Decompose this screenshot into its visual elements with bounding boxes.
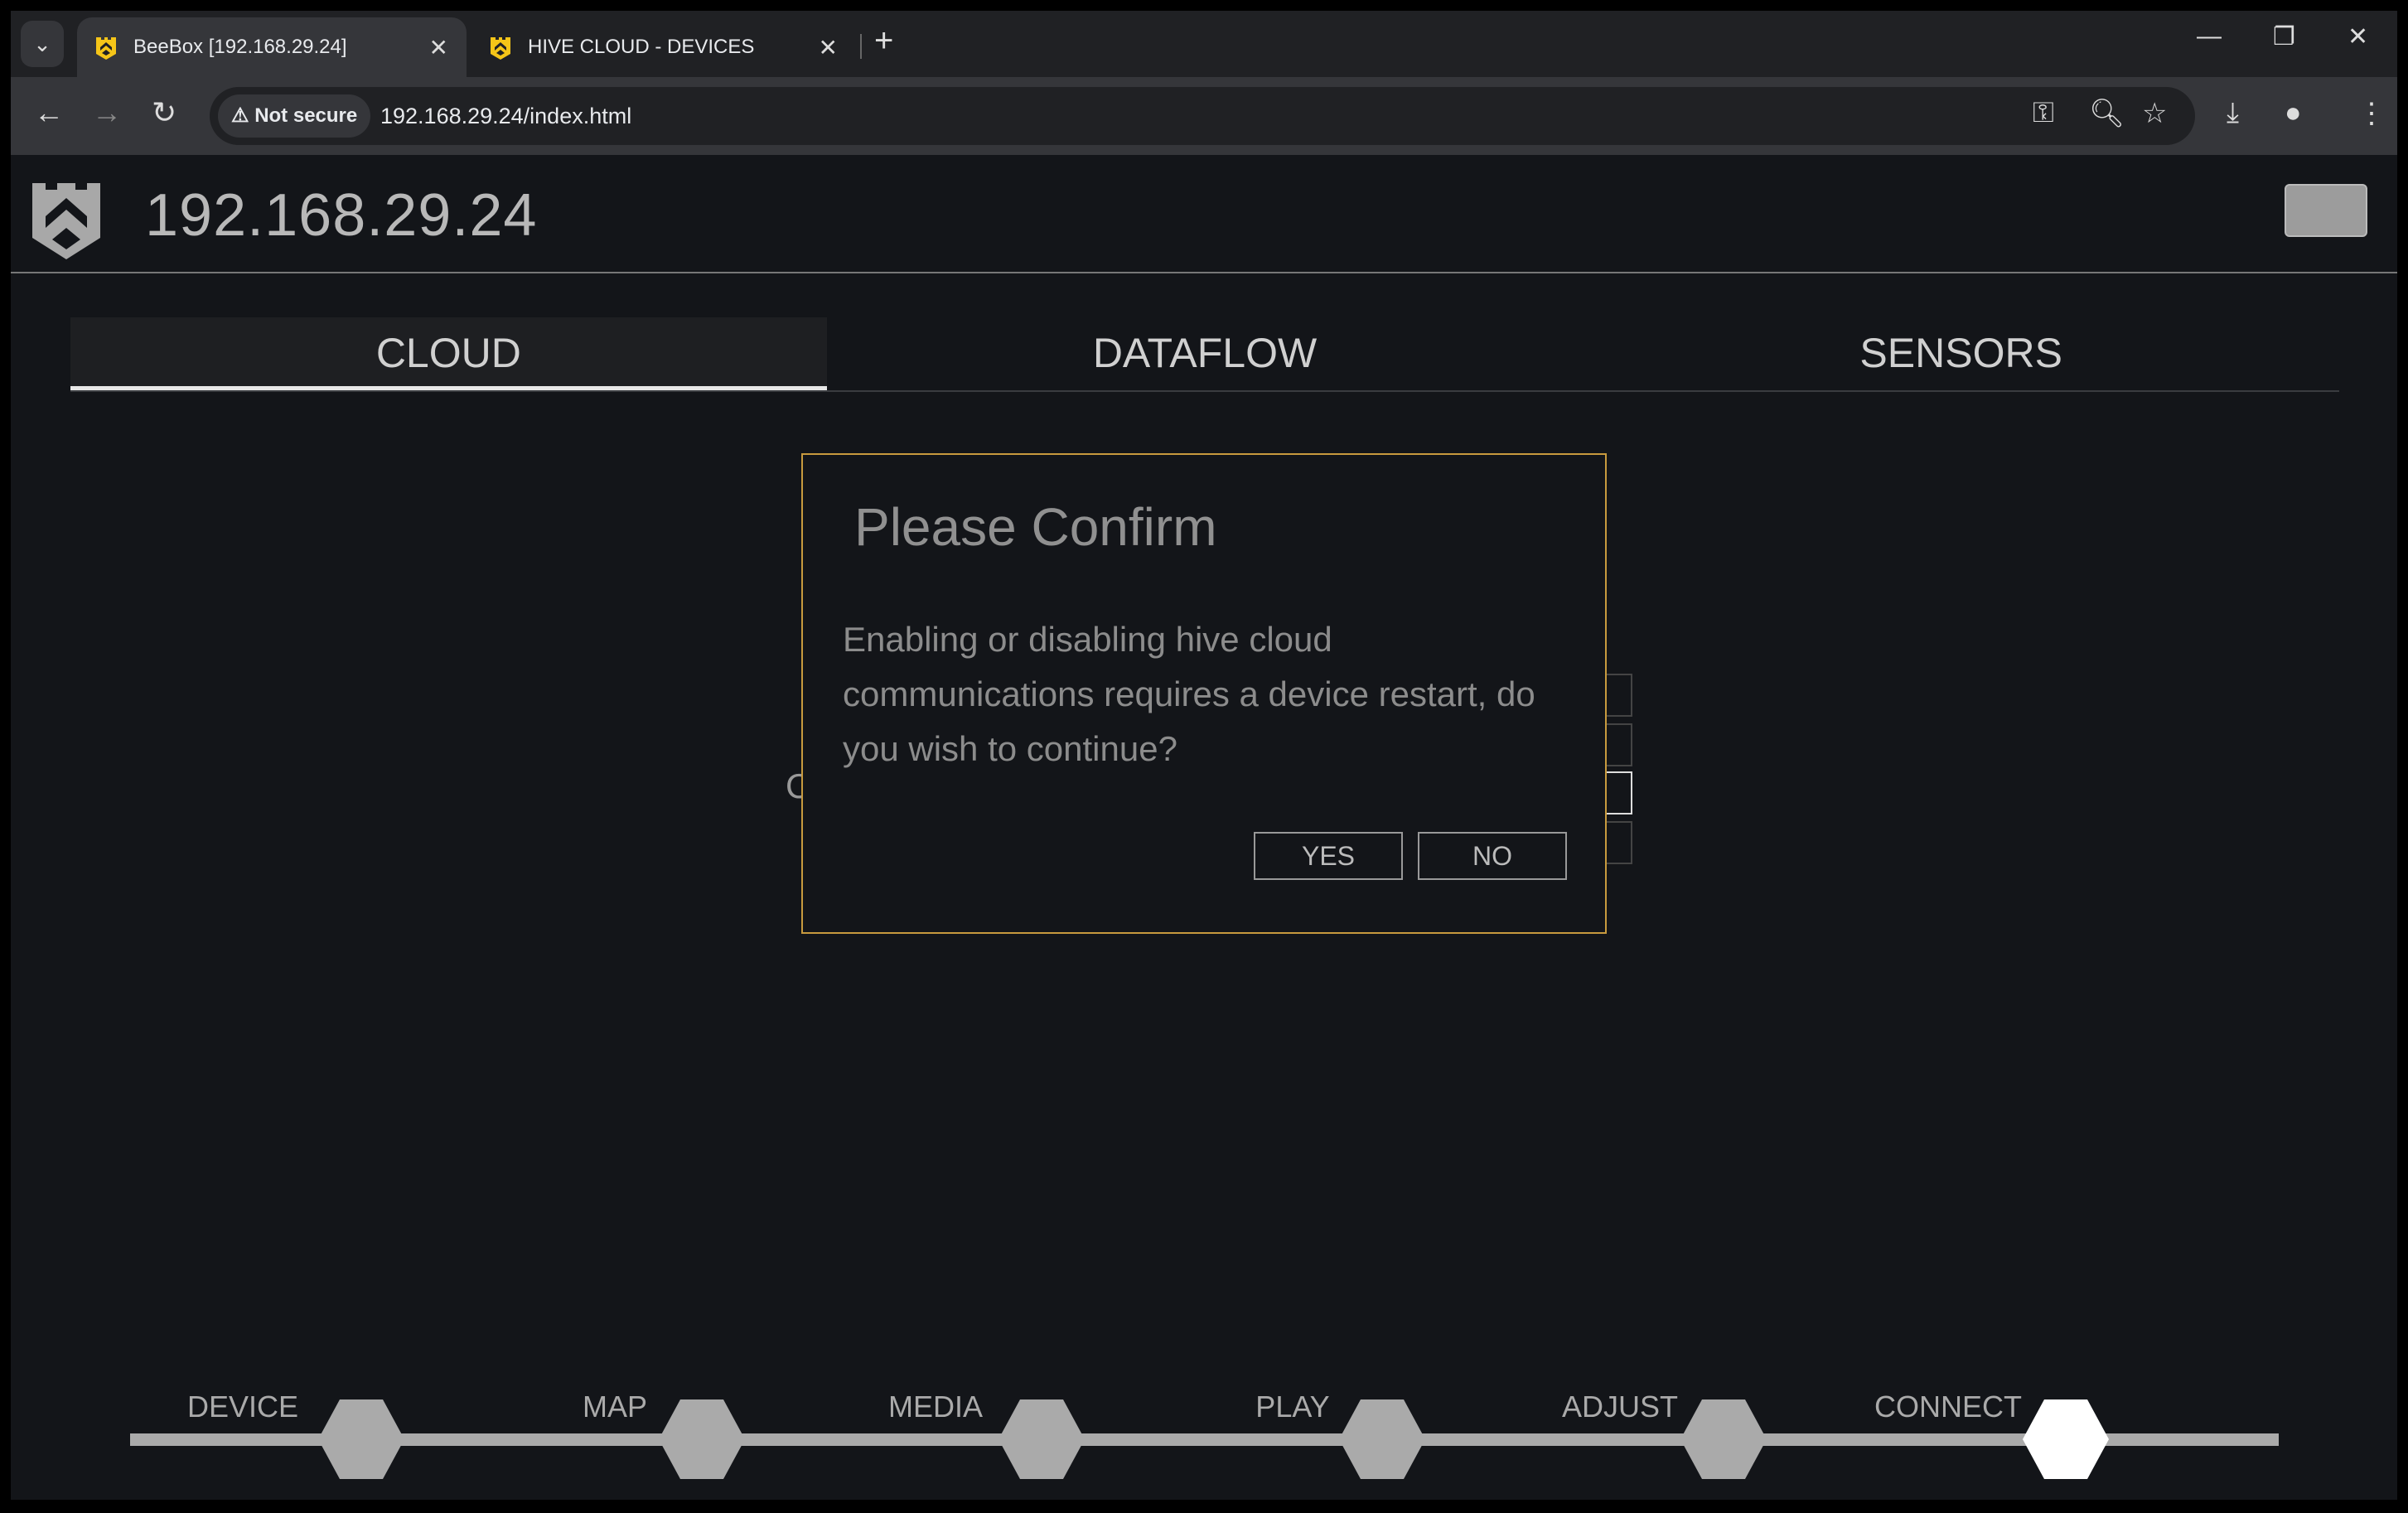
- nav-hex-play[interactable]: [1339, 1399, 1425, 1479]
- nav-label-play[interactable]: PLAY: [1255, 1390, 1329, 1424]
- tab-search-button[interactable]: ⌄: [21, 21, 64, 67]
- dialog-message: Enabling or disabling hive cloud communi…: [843, 620, 1535, 768]
- browser-toolbar: ← → ↻ ⚠ Not secure 192.168.29.24/index.h…: [11, 77, 2397, 155]
- download-icon[interactable]: ⤓: [2227, 97, 2239, 129]
- background-field: [1606, 674, 1632, 717]
- nav-track: [130, 1433, 2279, 1446]
- security-label: Not secure: [254, 104, 358, 127]
- yes-button[interactable]: YES: [1254, 832, 1403, 880]
- profile-icon[interactable]: ●: [2285, 97, 2302, 129]
- minimize-icon[interactable]: —: [2197, 22, 2222, 51]
- beebox-favicon-icon: [96, 37, 116, 60]
- background-field: [1606, 771, 1632, 815]
- page-title: 192.168.29.24: [145, 182, 538, 249]
- warning-icon: ⚠: [231, 104, 255, 127]
- beebox-logo-icon: [32, 183, 100, 259]
- confirm-dialog: Please Confirm Enabling or disabling hiv…: [801, 453, 1607, 934]
- close-window-icon[interactable]: ✕: [2348, 22, 2368, 51]
- url-text[interactable]: 192.168.29.24/index.html: [380, 87, 631, 145]
- close-tab-icon[interactable]: ✕: [819, 34, 838, 61]
- tab-title: HIVE CLOUD - DEVICES: [528, 36, 755, 58]
- restore-icon[interactable]: ❐: [2273, 22, 2295, 51]
- nav-hex-media[interactable]: [998, 1399, 1085, 1479]
- section-tabs: CLOUD DATAFLOW SENSORS: [70, 317, 2339, 392]
- nav-hex-connect[interactable]: [2023, 1399, 2109, 1479]
- address-bar[interactable]: ⚠ Not secure 192.168.29.24/index.html: [210, 87, 2195, 145]
- nav-label-device[interactable]: DEVICE: [187, 1390, 298, 1424]
- menu-icon[interactable]: ⋮: [2357, 97, 2386, 130]
- page-content: 192.168.29.24 CLOUD DATAFLOW SENSORS C P…: [11, 155, 2397, 1500]
- tab-cloud[interactable]: CLOUD: [70, 317, 827, 390]
- browser-tab-hive-cloud[interactable]: HIVE CLOUD - DEVICES ✕: [471, 17, 856, 77]
- tab-dataflow[interactable]: DATAFLOW: [827, 317, 1584, 390]
- tab-title: BeeBox [192.168.29.24]: [133, 36, 347, 58]
- header-menu-button[interactable]: [2285, 184, 2367, 237]
- browser-tab-beebox[interactable]: BeeBox [192.168.29.24] ✕: [77, 17, 467, 77]
- reload-icon[interactable]: ↻: [152, 95, 176, 130]
- nav-label-connect[interactable]: CONNECT: [1874, 1390, 2022, 1424]
- dialog-title: Please Confirm: [854, 497, 1217, 557]
- tab-sensors[interactable]: SENSORS: [1583, 317, 2339, 390]
- no-button[interactable]: NO: [1418, 832, 1567, 880]
- nav-hex-device[interactable]: [318, 1399, 404, 1479]
- tab-separator: [860, 34, 862, 59]
- zoom-icon[interactable]: 🔍︎: [2089, 97, 2125, 130]
- browser-window: ⌄ BeeBox [192.168.29.24] ✕ HIVE CLOUD - …: [11, 11, 2397, 1500]
- security-chip[interactable]: ⚠ Not secure: [218, 94, 371, 138]
- new-tab-button[interactable]: +: [874, 22, 893, 60]
- nav-hex-map[interactable]: [659, 1399, 745, 1479]
- password-key-icon[interactable]: ⚿: [2033, 97, 2054, 129]
- bookmark-star-icon[interactable]: ☆: [2142, 97, 2167, 130]
- back-icon[interactable]: ←: [34, 95, 64, 130]
- bottom-nav: DEVICE MAP MEDIA PLAY ADJUST CONNECT: [11, 1373, 2397, 1500]
- background-field: [1606, 821, 1632, 864]
- nav-label-map[interactable]: MAP: [583, 1390, 647, 1424]
- hive-favicon-icon: [491, 37, 510, 60]
- header-divider: [11, 272, 2397, 273]
- close-tab-icon[interactable]: ✕: [429, 34, 448, 61]
- tab-strip: ⌄ BeeBox [192.168.29.24] ✕ HIVE CLOUD - …: [11, 11, 2397, 77]
- background-field: [1606, 723, 1632, 766]
- nav-label-adjust[interactable]: ADJUST: [1562, 1390, 1678, 1424]
- forward-icon[interactable]: →: [92, 95, 122, 130]
- nav-hex-adjust[interactable]: [1680, 1399, 1767, 1479]
- nav-label-media[interactable]: MEDIA: [888, 1390, 983, 1424]
